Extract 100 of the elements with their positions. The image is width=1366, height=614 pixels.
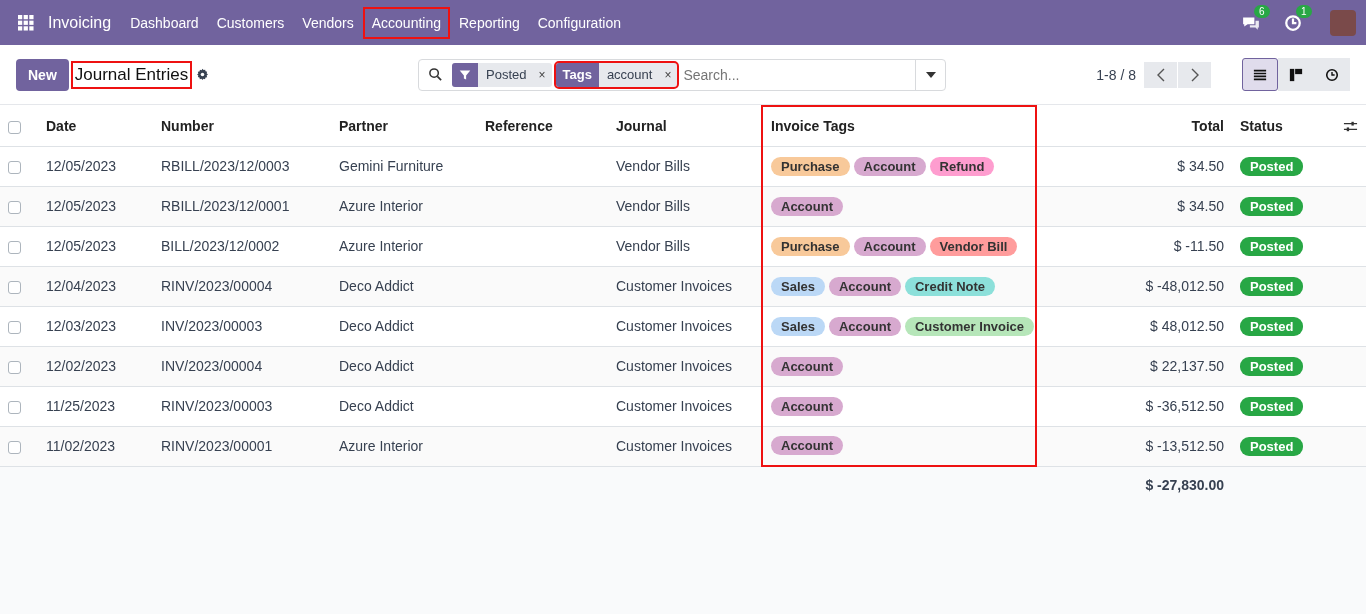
list-view-button[interactable]: [1242, 58, 1278, 91]
clock-icon[interactable]: [1284, 13, 1302, 32]
grand-total: $ -27,830.00: [1036, 466, 1232, 504]
column-header[interactable]: Date: [38, 106, 153, 146]
status-badge: Posted: [1240, 437, 1304, 456]
apps-menu-icon[interactable]: [18, 14, 34, 31]
status-badge: Posted: [1240, 317, 1304, 336]
column-header[interactable]: Invoice Tags: [762, 106, 1036, 146]
table-cell: 12/03/2023: [38, 306, 153, 346]
table-cell: $ -36,512.50: [1036, 386, 1232, 426]
column-header[interactable]: Partner: [331, 106, 477, 146]
status-badge: Posted: [1240, 237, 1304, 256]
page-title: Journal Entries: [72, 62, 191, 87]
status-badge: Posted: [1240, 157, 1304, 176]
table-cell: Deco Addict: [331, 306, 477, 346]
table-cell: Customer Invoices: [608, 426, 762, 466]
row-checkbox[interactable]: [8, 400, 21, 414]
select-all-checkbox[interactable]: [8, 120, 21, 134]
row-checkbox[interactable]: [8, 360, 21, 374]
invoice-tag: Account: [853, 156, 926, 176]
table-cell: Customer Invoices: [608, 346, 762, 386]
invoice-tag: Customer Invoice: [905, 316, 1035, 336]
table-cell: Gemini Furniture: [331, 146, 477, 186]
table-cell: $ 34.50: [1036, 186, 1232, 226]
invoice-tag: Vendor Bill: [929, 236, 1018, 256]
row-checkbox[interactable]: [8, 200, 21, 214]
table-cell: 12/02/2023: [38, 346, 153, 386]
invoice-tag: Credit Note: [905, 276, 996, 296]
status-badge: Posted: [1240, 277, 1304, 296]
table-cell: INV/2023/00003: [153, 306, 331, 346]
menu-item[interactable]: Accounting: [364, 8, 448, 37]
table-cell: Deco Addict: [331, 386, 477, 426]
row-checkbox[interactable]: [8, 280, 21, 294]
invoice-tag: Account: [853, 236, 926, 256]
row-checkbox[interactable]: [8, 160, 21, 174]
menu-item[interactable]: Customers: [209, 8, 292, 37]
table-cell: $ 34.50: [1036, 146, 1232, 186]
row-checkbox[interactable]: [8, 440, 21, 454]
table-cell: 12/04/2023: [38, 266, 153, 306]
table-cell: $ 22,137.50: [1036, 346, 1232, 386]
table-cell: 12/05/2023: [38, 146, 153, 186]
app-name[interactable]: Invoicing: [48, 13, 112, 32]
table-cell: Deco Addict: [331, 266, 477, 306]
invoice-tag: Account: [771, 196, 843, 216]
status-badge: Posted: [1240, 397, 1304, 416]
status-badge: Posted: [1240, 197, 1304, 216]
user-avatar[interactable]: [1330, 9, 1356, 36]
facet-value: Posted: [485, 67, 528, 82]
table-cell: Deco Addict: [331, 346, 477, 386]
chevron-right-icon: [1189, 67, 1200, 82]
remove-facet-button[interactable]: ×: [532, 67, 552, 82]
menu-item[interactable]: Reporting: [452, 8, 527, 37]
row-checkbox[interactable]: [8, 320, 21, 334]
message-count-badge: 6: [1254, 4, 1270, 18]
table-cell: $ -48,012.50: [1036, 266, 1232, 306]
table-cell: Customer Invoices: [608, 306, 762, 346]
table-cell: 11/02/2023: [38, 426, 153, 466]
facet-value: account: [605, 67, 654, 82]
invoice-tag: Account: [771, 356, 843, 376]
table-cell: 12/05/2023: [38, 226, 153, 266]
previous-page-button[interactable]: [1144, 61, 1177, 88]
table-cell: $ -13,512.50: [1036, 426, 1232, 466]
activity-count-badge: 1: [1296, 4, 1312, 18]
activity-view-button[interactable]: [1314, 58, 1350, 91]
table-cell: Customer Invoices: [608, 386, 762, 426]
kanban-view-button[interactable]: [1278, 58, 1314, 91]
row-checkbox[interactable]: [8, 240, 21, 254]
table-cell: RINV/2023/00003: [153, 386, 331, 426]
table-cell: Azure Interior: [331, 426, 477, 466]
menu-item[interactable]: Dashboard: [123, 8, 206, 37]
column-header[interactable]: Reference: [477, 106, 608, 146]
table-cell: Azure Interior: [331, 186, 477, 226]
menu-item[interactable]: Vendors: [295, 8, 361, 37]
invoice-tag: Purchase: [771, 236, 850, 256]
status-badge: Posted: [1240, 357, 1304, 376]
search-icon: [428, 67, 443, 82]
gear-icon[interactable]: [196, 68, 210, 81]
invoice-tag: Account: [771, 436, 843, 456]
chevron-left-icon: [1155, 67, 1166, 82]
invoice-tag: Purchase: [771, 156, 850, 176]
new-button[interactable]: New: [16, 58, 69, 91]
pager-value: 1-8 / 8: [1096, 66, 1136, 83]
invoice-tag: Refund: [929, 156, 995, 176]
caret-icon: [925, 71, 936, 78]
invoice-tag: Account: [829, 276, 901, 296]
table-cell: RINV/2023/00001: [153, 426, 331, 466]
table-cell: RBILL/2023/12/0001: [153, 186, 331, 226]
table-cell: INV/2023/00004: [153, 346, 331, 386]
remove-facet-button[interactable]: ×: [658, 67, 678, 82]
invoice-tag: Sales: [771, 316, 825, 336]
list-icon: [1253, 67, 1267, 82]
column-header[interactable]: Journal: [608, 106, 762, 146]
menu-item[interactable]: Configuration: [530, 8, 628, 37]
column-header[interactable]: Number: [153, 106, 331, 146]
table-cell: Vendor Bills: [608, 186, 762, 226]
column-header[interactable]: Total: [1036, 106, 1232, 146]
table-cell: 11/25/2023: [38, 386, 153, 426]
facet-field-label: Tags: [555, 62, 599, 87]
next-page-button[interactable]: [1178, 61, 1211, 88]
column-header[interactable]: Status: [1232, 106, 1330, 146]
